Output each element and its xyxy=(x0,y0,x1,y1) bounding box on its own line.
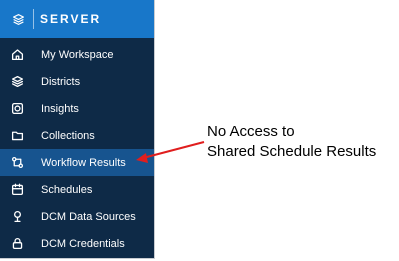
sidebar-nav: My Workspace Districts Insights Collecti… xyxy=(0,41,154,257)
annotation-line-2: Shared Schedule Results xyxy=(207,143,377,160)
sidebar-item-label: DCM Data Sources xyxy=(41,210,136,223)
sidebar-item-my-workspace[interactable]: My Workspace xyxy=(0,41,154,68)
sidebar-item-label: Schedules xyxy=(41,183,93,196)
layers-logo-icon xyxy=(5,0,31,38)
brand-title: SERVER xyxy=(40,12,102,26)
lock-icon xyxy=(9,236,25,252)
screenshot-canvas: SERVER My Workspace Districts Insights C… xyxy=(0,0,399,261)
sidebar: SERVER My Workspace Districts Insights C… xyxy=(0,0,154,258)
workflow-icon xyxy=(9,155,25,171)
annotation-callout: No Access to Shared Schedule Results xyxy=(207,122,376,162)
brand-divider xyxy=(33,9,34,29)
layers-icon xyxy=(9,74,25,90)
sidebar-item-label: My Workspace xyxy=(41,48,114,61)
insights-icon xyxy=(9,101,25,117)
sidebar-item-label: Insights xyxy=(41,102,79,115)
sidebar-item-dcm-data-sources[interactable]: DCM Data Sources xyxy=(0,203,154,230)
sidebar-item-label: DCM Credentials xyxy=(41,237,125,250)
sidebar-item-dcm-credentials[interactable]: DCM Credentials xyxy=(0,230,154,257)
sidebar-item-label: Workflow Results xyxy=(41,156,126,169)
sidebar-item-insights[interactable]: Insights xyxy=(0,95,154,122)
sidebar-item-districts[interactable]: Districts xyxy=(0,68,154,95)
sidebar-item-workflow-results[interactable]: Workflow Results xyxy=(0,149,154,176)
calendar-icon xyxy=(9,182,25,198)
annotation-line-1: No Access to xyxy=(207,123,295,140)
sidebar-item-schedules[interactable]: Schedules xyxy=(0,176,154,203)
home-icon xyxy=(9,47,25,63)
sidebar-item-label: Districts xyxy=(41,75,81,88)
sidebar-item-label: Collections xyxy=(41,129,95,142)
brand-header[interactable]: SERVER xyxy=(0,0,154,38)
sidebar-item-collections[interactable]: Collections xyxy=(0,122,154,149)
data-source-icon xyxy=(9,209,25,225)
folder-icon xyxy=(9,128,25,144)
